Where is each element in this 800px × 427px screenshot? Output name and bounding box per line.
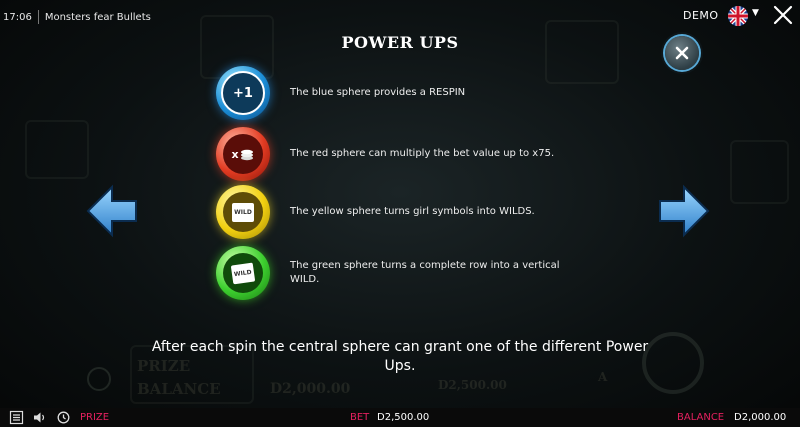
green-sphere-icon: WILD bbox=[216, 246, 270, 300]
bg-slot-tile bbox=[730, 140, 789, 204]
uk-flag-icon[interactable] bbox=[728, 6, 748, 26]
wild-cards-icon: WILD bbox=[223, 253, 263, 293]
bg-info-icon bbox=[87, 367, 111, 391]
powerups-footer-message: After each spin the central sphere can g… bbox=[151, 339, 649, 374]
wild-symbol: WILD bbox=[232, 202, 254, 222]
status-strip: 17:06 Monsters fear Bullets bbox=[0, 8, 157, 26]
powerup-description: The blue sphere provides a RESPIN bbox=[290, 87, 466, 98]
powerup-yellow-row: WILD The yellow sphere turns girl symbol… bbox=[216, 185, 636, 241]
balance-label: BALANCE bbox=[677, 412, 725, 423]
uk-flag-svg bbox=[728, 6, 748, 26]
bg-balance-value: D2,000.00 bbox=[270, 381, 351, 397]
panel-close-button[interactable] bbox=[665, 36, 699, 70]
bet-value: D2,500.00 bbox=[377, 412, 430, 423]
respin-plus-one-icon: +1 bbox=[221, 71, 265, 115]
panel-title: POWER UPS bbox=[341, 33, 459, 52]
close-icon bbox=[675, 46, 689, 60]
game-title: Monsters fear Bullets bbox=[44, 11, 151, 23]
balance-value: D2,000.00 bbox=[734, 412, 787, 423]
powerup-description: The yellow sphere turns girl symbols int… bbox=[290, 206, 535, 217]
red-sphere-icon: x bbox=[216, 127, 270, 181]
wild-card-icon: WILD bbox=[223, 192, 263, 232]
speaker-icon[interactable] bbox=[32, 410, 47, 425]
blue-sphere-icon: +1 bbox=[216, 66, 270, 120]
respin-symbol: +1 bbox=[233, 85, 253, 101]
language-caret-icon[interactable]: ▼ bbox=[752, 8, 759, 18]
multiplier-symbol: x bbox=[231, 147, 239, 161]
powerup-green-row: WILD The green sphere turns a complete r… bbox=[216, 246, 636, 302]
bg-slot-tile bbox=[25, 120, 89, 179]
menu-icon[interactable] bbox=[9, 410, 24, 425]
yellow-sphere-icon: WILD bbox=[216, 185, 270, 239]
powerup-description: The red sphere can multiply the bet valu… bbox=[290, 148, 555, 159]
multiplier-coins-icon: x bbox=[223, 134, 263, 174]
history-icon[interactable] bbox=[56, 410, 71, 425]
bg-balance-label: BALANCE bbox=[137, 380, 221, 398]
arrow-left-icon[interactable] bbox=[86, 183, 138, 239]
bottom-bar: PRIZE BET D2,500.00 BALANCE D2,000.00 bbox=[0, 408, 800, 427]
clock: 17:06 bbox=[3, 11, 32, 23]
powerup-description: The green sphere turns a complete row in… bbox=[290, 260, 560, 285]
prize-label: PRIZE bbox=[80, 412, 110, 423]
coins-icon bbox=[240, 149, 253, 161]
powerup-red-row: x The red sphere can multiply the bet va… bbox=[216, 127, 636, 183]
bet-label: BET bbox=[350, 412, 370, 423]
demo-badge: DEMO bbox=[683, 9, 719, 22]
bg-bet-value: D2,500.00 bbox=[438, 378, 507, 392]
arrow-right-icon[interactable] bbox=[658, 183, 710, 239]
close-icon[interactable] bbox=[770, 2, 796, 28]
wild-cards-symbol: WILD bbox=[230, 262, 256, 284]
powerup-blue-row: +1 The blue sphere provides a RESPIN bbox=[216, 66, 636, 122]
